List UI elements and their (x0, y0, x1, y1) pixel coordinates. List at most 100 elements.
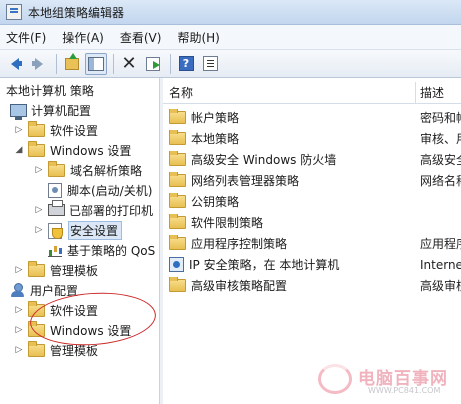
tree-item-label: 已部署的打印机 (69, 203, 154, 218)
menu-file[interactable]: 文件(F) (6, 29, 46, 46)
list-row[interactable]: 应用程序控制策略 应用程序 (163, 233, 461, 254)
list-row[interactable]: IP 安全策略，在 本地计算机 Interne (163, 254, 461, 275)
tree-root-label: 本地计算机 策略 (6, 83, 94, 98)
folder-icon (169, 151, 186, 166)
tree-item-label: Windows 设置 (50, 143, 132, 158)
list-name-cell: 网络列表管理器策略 (163, 172, 416, 189)
computer-icon (10, 103, 27, 120)
group-policy-app-icon (6, 4, 22, 20)
list-name-cell: 应用程序控制策略 (163, 235, 416, 252)
chart-icon (48, 243, 62, 257)
list-name-cell: 帐户策略 (163, 109, 416, 126)
tree-item-label: 管理模板 (50, 343, 99, 358)
expand-arrow-icon[interactable]: ▷ (14, 345, 24, 355)
list-item-description: 高级安全 (420, 153, 461, 167)
tree-item[interactable]: ▷ 管理模板 (14, 340, 98, 360)
tree-root[interactable]: 本地计算机 策略 (6, 80, 94, 100)
help-icon: ? (178, 56, 194, 71)
tree-item-label: 用户配置 (30, 283, 79, 298)
folder-icon (28, 120, 45, 137)
list-name-cell: 高级安全 Windows 防火墙 (163, 151, 416, 168)
tree-item[interactable]: 脚本(启动/关机) (34, 180, 152, 200)
tree-item[interactable]: 计算机配置 (10, 100, 91, 120)
folder-icon (28, 300, 45, 317)
console-tree: 本地计算机 策略 计算机配置 ▷ 软件设置 ◢ Windows 设置 ▷ 域名解析策略脚本(… (0, 78, 160, 404)
expand-arrow-icon[interactable]: ▷ (34, 225, 44, 235)
back-arrow-button[interactable] (4, 53, 26, 75)
forward-arrow-button[interactable] (28, 53, 50, 75)
list-item-description: 密码和帐 (420, 111, 461, 125)
menu-bar: 文件(F) 操作(A) 查看(V) 帮助(H) (0, 25, 461, 50)
tree-item[interactable]: ▷ 域名解析策略 (34, 160, 142, 180)
list-item-name: 高级安全 Windows 防火墙 (191, 153, 337, 167)
tree-item-label: 软件设置 (50, 123, 99, 138)
export-list-button[interactable] (142, 53, 164, 75)
list-row[interactable]: 网络列表管理器策略 网络名称 (163, 170, 461, 191)
toolbar-separator (56, 53, 57, 74)
toolbar-separator (113, 53, 114, 74)
delete-button[interactable]: ✕ (118, 53, 140, 75)
list-row[interactable]: 帐户策略 密码和帐 (163, 107, 461, 128)
list-row[interactable]: 软件限制策略 (163, 212, 461, 233)
tree-item[interactable]: ▷ 安全设置 (34, 220, 123, 240)
properties-button[interactable] (199, 53, 221, 75)
list-item-description: Interne (420, 257, 461, 272)
menu-help[interactable]: 帮助(H) (177, 29, 219, 46)
list-row[interactable]: 高级安全 Windows 防火墙 高级安全 (163, 149, 461, 170)
menu-view[interactable]: 查看(V) (120, 29, 162, 46)
column-header: 名称 描述 (163, 82, 461, 104)
tree-item-label: 域名解析策略 (70, 163, 143, 178)
export-list-icon (146, 56, 160, 71)
folder-icon (48, 160, 65, 177)
script-icon (48, 182, 62, 198)
tree-item[interactable]: 基于策略的 QoS (34, 240, 155, 260)
tree-item-label: 软件设置 (50, 303, 99, 318)
expand-arrow-icon[interactable]: ▷ (14, 125, 24, 135)
up-folder-button[interactable] (61, 52, 83, 75)
forward-arrow-icon (35, 57, 43, 70)
expand-arrow-icon[interactable]: ▷ (34, 205, 44, 215)
expand-arrow-icon[interactable]: ▷ (14, 305, 24, 315)
collapse-arrow-icon[interactable]: ◢ (14, 145, 24, 155)
folder-icon (169, 277, 186, 292)
tree-item[interactable]: ▷ 管理模板 (14, 260, 98, 280)
toolbar: ✕? (0, 50, 461, 78)
properties-icon (202, 56, 218, 71)
list-item-description: 高级审核 (420, 279, 461, 293)
folder-icon (169, 172, 186, 187)
up-folder-icon (65, 52, 79, 70)
window-title: 本地组策略编辑器 (28, 5, 125, 20)
expand-arrow-icon (34, 185, 44, 195)
shield-icon (48, 222, 63, 239)
list-item-name: 网络列表管理器策略 (191, 174, 300, 188)
list-row[interactable]: 高级审核策略配置 高级审核 (163, 275, 461, 296)
expand-arrow-icon[interactable]: ▷ (34, 165, 44, 175)
list-row[interactable]: 公钥策略 (163, 191, 461, 212)
delete-icon: ✕ (121, 52, 137, 74)
folder-icon (169, 130, 186, 145)
folder-icon (28, 260, 45, 277)
show-hide-tree-button[interactable] (85, 52, 107, 75)
list-item-name: IP 安全策略，在 本地计算机 (189, 258, 340, 272)
list-row[interactable]: 本地策略 审核、用 (163, 128, 461, 149)
expand-arrow-icon[interactable]: ▷ (14, 325, 24, 335)
tree-item-label: 管理模板 (50, 263, 99, 278)
tree-item[interactable]: ▷ 软件设置 (14, 120, 98, 140)
column-name-header[interactable]: 名称 (163, 82, 416, 103)
menu-action[interactable]: 操作(A) (62, 29, 104, 46)
list-item-name: 本地策略 (191, 132, 240, 146)
folder-icon (169, 235, 186, 250)
tree-item[interactable]: ▷ 软件设置 (14, 300, 98, 320)
list-item-name: 高级审核策略配置 (191, 279, 288, 293)
column-description-header[interactable]: 描述 (416, 82, 444, 103)
help-button[interactable]: ? (175, 53, 197, 75)
expand-arrow-icon[interactable]: ▷ (14, 265, 24, 275)
folder-icon (28, 340, 45, 357)
list-name-cell: 软件限制策略 (163, 214, 416, 231)
tree-item[interactable]: ▷ Windows 设置 (14, 320, 131, 340)
tree-item-label: 基于策略的 QoS (67, 243, 156, 258)
tree-item[interactable]: ◢ Windows 设置 (14, 140, 131, 160)
tree-item[interactable]: 用户配置 (10, 280, 78, 300)
tree-item[interactable]: ▷ 已部署的打印机 (34, 200, 153, 220)
printer-icon (48, 200, 65, 216)
